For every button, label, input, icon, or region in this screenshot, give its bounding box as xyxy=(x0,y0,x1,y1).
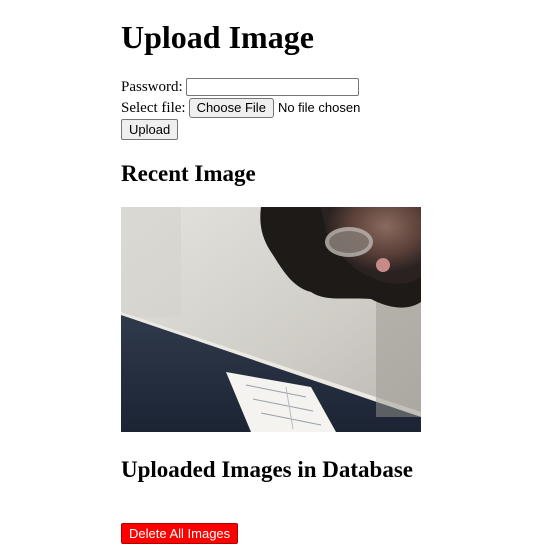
delete-all-images-button[interactable]: Delete All Images xyxy=(121,523,239,544)
file-row: Select file: Choose File No file chosen xyxy=(121,98,360,118)
page-title: Upload Image xyxy=(121,19,314,55)
recent-image-heading: Recent Image xyxy=(121,161,256,186)
file-status-text: No file chosen xyxy=(277,100,361,115)
password-label: Password: xyxy=(121,79,183,95)
file-label: Select file: xyxy=(121,100,186,116)
upload-button[interactable]: Upload xyxy=(121,119,179,140)
database-heading: Uploaded Images in Database xyxy=(121,457,414,482)
password-input[interactable] xyxy=(185,78,359,96)
recent-image xyxy=(121,207,421,432)
choose-file-button[interactable]: Choose File xyxy=(188,98,274,118)
password-row: Password: xyxy=(121,77,359,97)
